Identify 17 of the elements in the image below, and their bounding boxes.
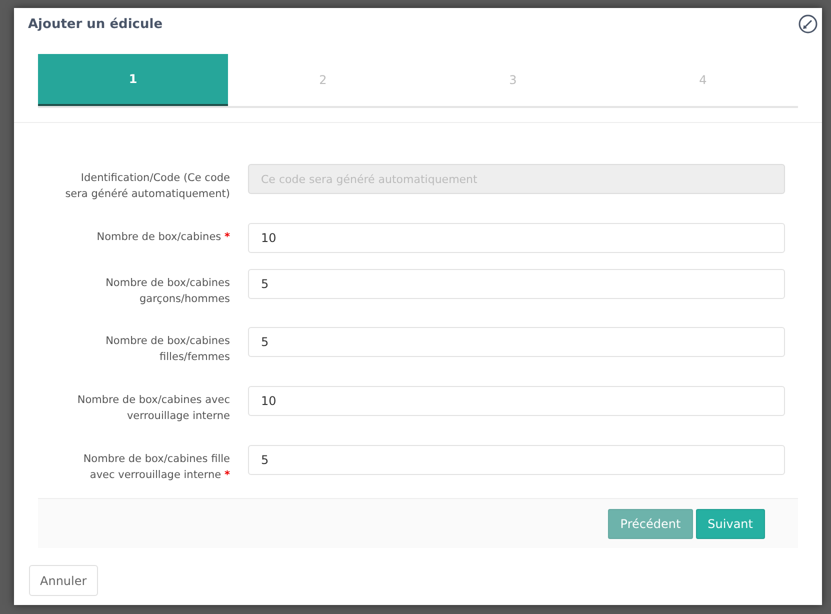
required-mark: * [224,469,230,481]
cancel-button[interactable]: Annuler [29,565,98,596]
field-label: Nombre de box/cabines filles/femmes [104,334,230,365]
field-label: Nombre de box/cabines * [96,230,230,245]
field-label: Identification/Code (Ce code sera généré automatiquement) [64,171,230,202]
field-label: Nombre de box/cabines avec verrouillage interne [76,393,230,424]
required-mark: * [224,231,230,243]
field-label: Nombre de box/cabines fille avec verrouillage interne * [82,452,230,483]
input-field[interactable]: 5 [248,327,785,357]
edit-icon[interactable] [798,14,818,34]
step-tab[interactable]: 1 [38,54,228,106]
input-field[interactable]: 10 [248,223,785,253]
dialog-title: Ajouter un édicule [28,16,163,34]
field-label: Nombre de box/cabines garçons/hommes [104,276,230,307]
input-field[interactable]: 5 [248,445,785,475]
input-field[interactable]: 10 [248,386,785,416]
input-field[interactable]: 5 [248,269,785,299]
